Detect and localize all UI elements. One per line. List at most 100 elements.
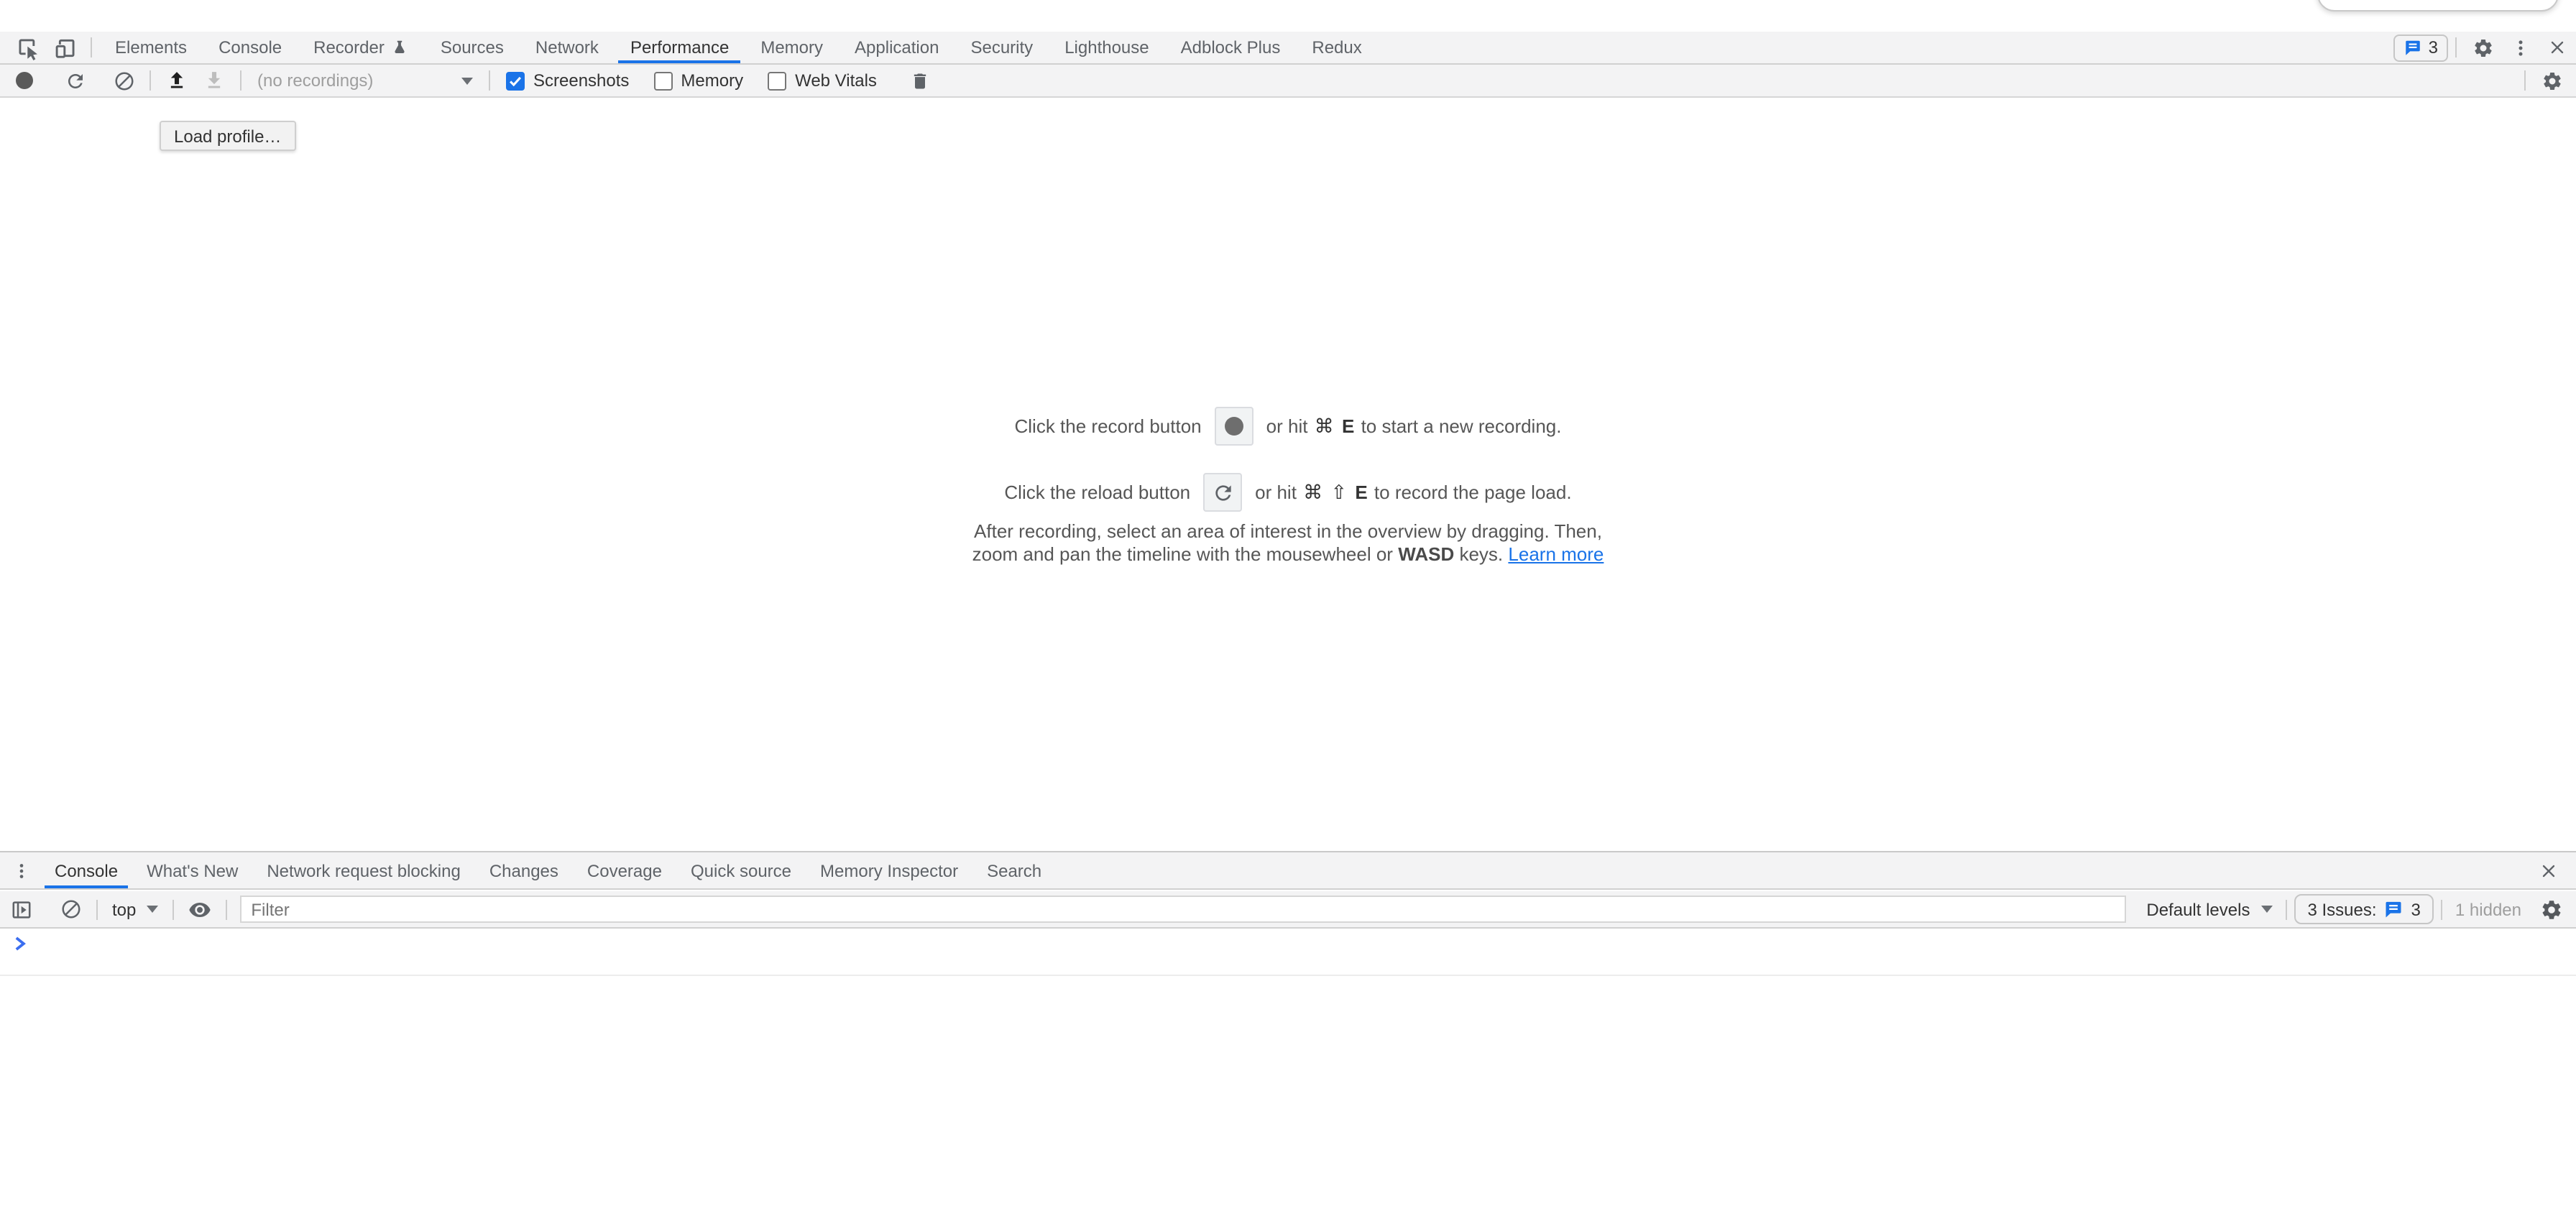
tab-performance[interactable]: Performance	[615, 32, 745, 63]
close-drawer-icon[interactable]	[2530, 852, 2567, 888]
issues-button[interactable]: 3	[2394, 34, 2448, 61]
tab-label: Recorder	[313, 37, 385, 57]
tab-label: What's New	[147, 860, 238, 880]
shift-key-symbol: ⇧	[1330, 481, 1347, 502]
hidden-messages-count: 1 hidden	[2455, 899, 2521, 919]
web-vitals-checkbox[interactable]	[768, 71, 786, 90]
devtools-window: Elements Console Recorder Sources Networ…	[0, 0, 2576, 1206]
tab-redux[interactable]: Redux	[1296, 32, 1377, 63]
drawer-tabbar: Console What's New Network request block…	[0, 851, 2576, 890]
reload-instruction-line: Click the reload button or hit ⌘ ⇧ E to …	[0, 473, 2576, 512]
console-toolbar: top Default levels 3 Issues: 3 1 hidden	[0, 891, 2576, 929]
console-filter-input[interactable]	[239, 896, 2126, 923]
device-toolbar-icon[interactable]	[46, 32, 83, 63]
tab-security[interactable]: Security	[954, 32, 1049, 63]
tab-sources[interactable]: Sources	[425, 32, 520, 63]
partial-popup	[2317, 0, 2559, 11]
divider	[172, 899, 173, 919]
record-button-example	[1215, 407, 1254, 446]
divider	[2441, 899, 2442, 919]
screenshots-checkbox[interactable]	[506, 71, 525, 90]
console-settings-gear-icon[interactable]	[2533, 891, 2570, 927]
live-expression-eye-icon[interactable]	[180, 891, 218, 927]
javascript-context-select[interactable]: top	[105, 891, 165, 927]
log-levels-select[interactable]: Default levels	[2140, 899, 2278, 919]
record-dot-icon	[1225, 417, 1243, 436]
wasd-keys: WASD	[1398, 543, 1454, 565]
garbage-collect-trash-icon[interactable]	[901, 65, 939, 96]
tab-label: Changes	[489, 860, 558, 880]
memory-checkbox[interactable]	[653, 71, 672, 90]
console-messages-area[interactable]	[0, 929, 2576, 1206]
record-instruction-line: Click the record button or hit ⌘ E to st…	[0, 407, 2576, 446]
drawer-tab-whats-new[interactable]: What's New	[132, 852, 252, 888]
console-issues-button[interactable]: 3 Issues: 3	[2294, 894, 2433, 924]
tab-label: Sources	[441, 37, 504, 57]
drawer-tab-memory-inspector[interactable]: Memory Inspector	[806, 852, 972, 888]
load-profile-upload-icon[interactable]	[158, 65, 196, 96]
more-options-kebab-icon[interactable]	[2501, 32, 2539, 63]
drawer-tab-coverage[interactable]: Coverage	[573, 852, 676, 888]
clear-icon[interactable]	[105, 65, 142, 96]
tab-label: Security	[970, 37, 1033, 57]
memory-label: Memory	[681, 70, 743, 91]
e-key: E	[1355, 481, 1367, 502]
capture-settings-gear-icon[interactable]	[2533, 65, 2570, 96]
context-value: top	[112, 899, 136, 919]
tab-lighthouse[interactable]: Lighthouse	[1049, 32, 1164, 63]
reload-instruction-post: or hit ⌘ ⇧ E to record the page load.	[1255, 481, 1571, 504]
recordings-select[interactable]: (no recordings)	[249, 65, 482, 96]
tab-recorder[interactable]: Recorder	[298, 32, 425, 63]
screenshots-checkbox-group[interactable]: Screenshots	[506, 70, 629, 91]
tab-elements[interactable]: Elements	[99, 32, 203, 63]
tab-console[interactable]: Console	[203, 32, 298, 63]
reload-and-record-button[interactable]	[56, 65, 93, 96]
inspected-page-strip	[0, 0, 2576, 32]
cmd-key-symbol: ⌘	[1303, 481, 1322, 502]
chevron-down-icon	[461, 77, 473, 84]
chat-bubble-icon	[2384, 899, 2404, 919]
tab-application[interactable]: Application	[839, 32, 954, 63]
web-vitals-checkbox-group[interactable]: Web Vitals	[768, 70, 877, 91]
tab-label: Performance	[630, 37, 729, 57]
record-instruction-pre: Click the record button	[1015, 415, 1202, 437]
clear-console-icon[interactable]	[52, 891, 89, 927]
memory-checkbox-group[interactable]: Memory	[653, 70, 743, 91]
tab-label: Adblock Plus	[1181, 37, 1281, 57]
web-vitals-label: Web Vitals	[795, 70, 877, 91]
usage-paragraph-line2: zoom and pan the timeline with the mouse…	[0, 543, 2576, 566]
drawer-tab-console[interactable]: Console	[40, 852, 132, 888]
drawer-tab-changes[interactable]: Changes	[475, 852, 573, 888]
reload-button-example	[1203, 473, 1242, 512]
divider	[489, 70, 490, 91]
performance-toolbar: (no recordings) Screenshots Memory Web V…	[0, 65, 2576, 98]
divider	[91, 37, 92, 57]
settings-gear-icon[interactable]	[2464, 32, 2501, 63]
drawer-tab-network-request-blocking[interactable]: Network request blocking	[252, 852, 474, 888]
toolbar-right-group	[2517, 65, 2576, 96]
tab-memory[interactable]: Memory	[745, 32, 839, 63]
console-sidebar-icon[interactable]	[3, 891, 40, 927]
screenshots-label: Screenshots	[533, 70, 629, 91]
tab-network[interactable]: Network	[520, 32, 615, 63]
close-devtools-icon[interactable]	[2539, 32, 2576, 63]
tab-adblock-plus[interactable]: Adblock Plus	[1165, 32, 1297, 63]
console-prompt-row[interactable]	[0, 929, 2576, 976]
divider	[2455, 37, 2457, 57]
save-profile-download-icon	[196, 65, 233, 96]
drawer-tab-quick-source[interactable]: Quick source	[676, 852, 806, 888]
inspect-element-icon[interactable]	[9, 32, 46, 63]
tab-label: Network	[535, 37, 599, 57]
tab-label: Console	[218, 37, 282, 57]
drawer-kebab-icon[interactable]	[3, 852, 40, 888]
learn-more-link[interactable]: Learn more	[1508, 543, 1604, 565]
e-key: E	[1342, 415, 1354, 436]
issues-label: 3 Issues:	[2307, 899, 2376, 919]
drawer-tab-search[interactable]: Search	[972, 852, 1056, 888]
record-button[interactable]	[6, 65, 43, 96]
tab-label: Lighthouse	[1064, 37, 1149, 57]
reload-instruction-pre: Click the reload button	[1004, 482, 1190, 503]
tab-label: Search	[987, 860, 1041, 880]
divider	[240, 70, 242, 91]
usage-paragraph: After recording, select an area of inter…	[0, 520, 2576, 566]
